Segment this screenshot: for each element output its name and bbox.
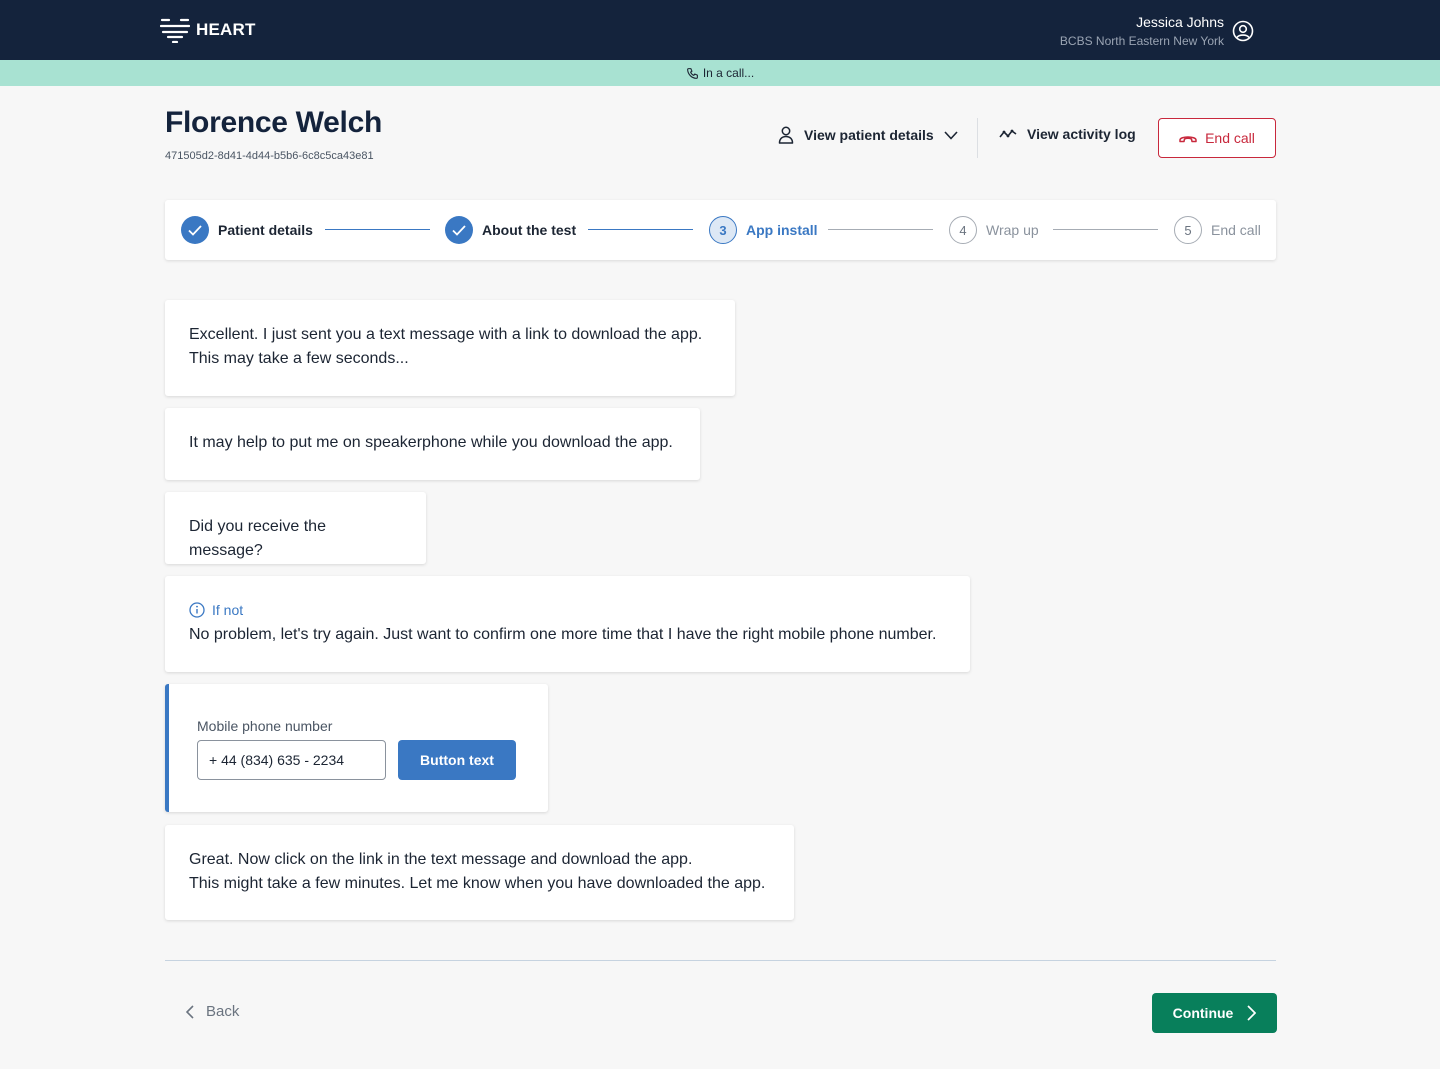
heart-logo-icon [160, 18, 190, 43]
step-complete-check-icon [181, 216, 209, 244]
call-status-banner: In a call... [0, 60, 1440, 86]
progress-stepper: Patient details About the test 3 App ins… [165, 200, 1276, 260]
step-label: About the test [482, 222, 577, 238]
script-line: Did you receive the message? [189, 518, 326, 559]
hang-up-icon [1179, 136, 1197, 143]
step-label: App install [746, 222, 818, 238]
back-button[interactable]: Back [186, 1003, 239, 1020]
user-account-icon[interactable] [1232, 20, 1254, 42]
user-info: Jessica Johns BCBS North Eastern New Yor… [1060, 14, 1224, 49]
script-card-received-question: Did you receive the message? [165, 492, 426, 564]
script-card-speakerphone: It may help to put me on speakerphone wh… [165, 408, 700, 480]
script-line: It may help to put me on speakerphone wh… [189, 434, 673, 451]
info-icon [189, 602, 205, 618]
patient-id: 471505d2-8d41-4d44-b5b6-6c8c5ca43e81 [165, 150, 374, 162]
footer-divider [165, 960, 1276, 961]
step-connector [588, 229, 693, 230]
heart-logo[interactable]: HEART [160, 17, 256, 43]
view-activity-log-label: View activity log [1027, 126, 1136, 142]
view-patient-details-button[interactable]: View patient details [778, 126, 958, 144]
step-label: Wrap up [986, 222, 1039, 238]
step-complete-check-icon [445, 216, 473, 244]
script-card-if-not: If not No problem, let's try again. Just… [165, 576, 970, 672]
continue-label: Continue [1172, 1005, 1234, 1021]
mobile-phone-form-card: Mobile phone number Button text [165, 684, 548, 812]
if-not-heading: If not [189, 601, 946, 619]
step-label: Patient details [218, 222, 313, 238]
logo-text: HEART [196, 20, 256, 39]
step-number: 4 [949, 216, 977, 244]
script-line: Great. Now click on the link in the text… [189, 851, 693, 868]
step-app-install[interactable]: 3 App install [709, 215, 818, 245]
phone-submit-button[interactable]: Button text [398, 740, 516, 780]
patient-name: Florence Welch [165, 106, 382, 139]
step-connector [325, 229, 430, 230]
step-connector [828, 229, 933, 230]
activity-graph-icon [999, 129, 1017, 138]
user-organization: BCBS North Eastern New York [1059, 34, 1224, 48]
script-line: Excellent. I just sent you a text messag… [189, 326, 703, 343]
script-line: No problem, let's try again. Just want t… [189, 626, 937, 643]
script-line: This may take a few seconds... [189, 350, 409, 367]
step-wrap-up[interactable]: 4 Wrap up [949, 215, 1039, 245]
script-line: This might take a few minutes. Let me kn… [189, 875, 766, 892]
script-card-download-app: Great. Now click on the link in the text… [165, 825, 794, 920]
top-navigation-bar: HEART Jessica Johns BCBS North Eastern N… [0, 0, 1440, 60]
user-name: Jessica Johns [1136, 14, 1224, 30]
phone-icon [686, 67, 698, 79]
step-number: 3 [709, 216, 737, 244]
chevron-right-icon [1247, 1005, 1257, 1021]
step-connector [1053, 229, 1158, 230]
back-label: Back [206, 1003, 240, 1020]
call-status-text: In a call... [702, 66, 755, 80]
end-call-label: End call [1205, 130, 1255, 146]
header-divider [977, 118, 978, 158]
chevron-down-icon [944, 130, 958, 140]
view-activity-log-button[interactable]: View activity log [999, 126, 1136, 142]
person-icon [778, 126, 794, 144]
end-call-button[interactable]: End call [1158, 118, 1276, 158]
mobile-phone-input[interactable] [197, 740, 386, 780]
continue-button[interactable]: Continue [1152, 993, 1277, 1033]
chevron-left-icon [186, 1004, 194, 1019]
mobile-phone-label: Mobile phone number [197, 718, 333, 734]
step-patient-details[interactable]: Patient details [181, 215, 313, 245]
if-not-label: If not [212, 602, 244, 618]
script-card-text-sent: Excellent. I just sent you a text messag… [165, 300, 735, 396]
view-patient-details-label: View patient details [804, 127, 934, 143]
step-number: 5 [1174, 216, 1202, 244]
step-label: End call [1211, 222, 1261, 238]
step-end-call[interactable]: 5 End call [1174, 215, 1261, 245]
step-about-the-test[interactable]: About the test [445, 215, 576, 245]
